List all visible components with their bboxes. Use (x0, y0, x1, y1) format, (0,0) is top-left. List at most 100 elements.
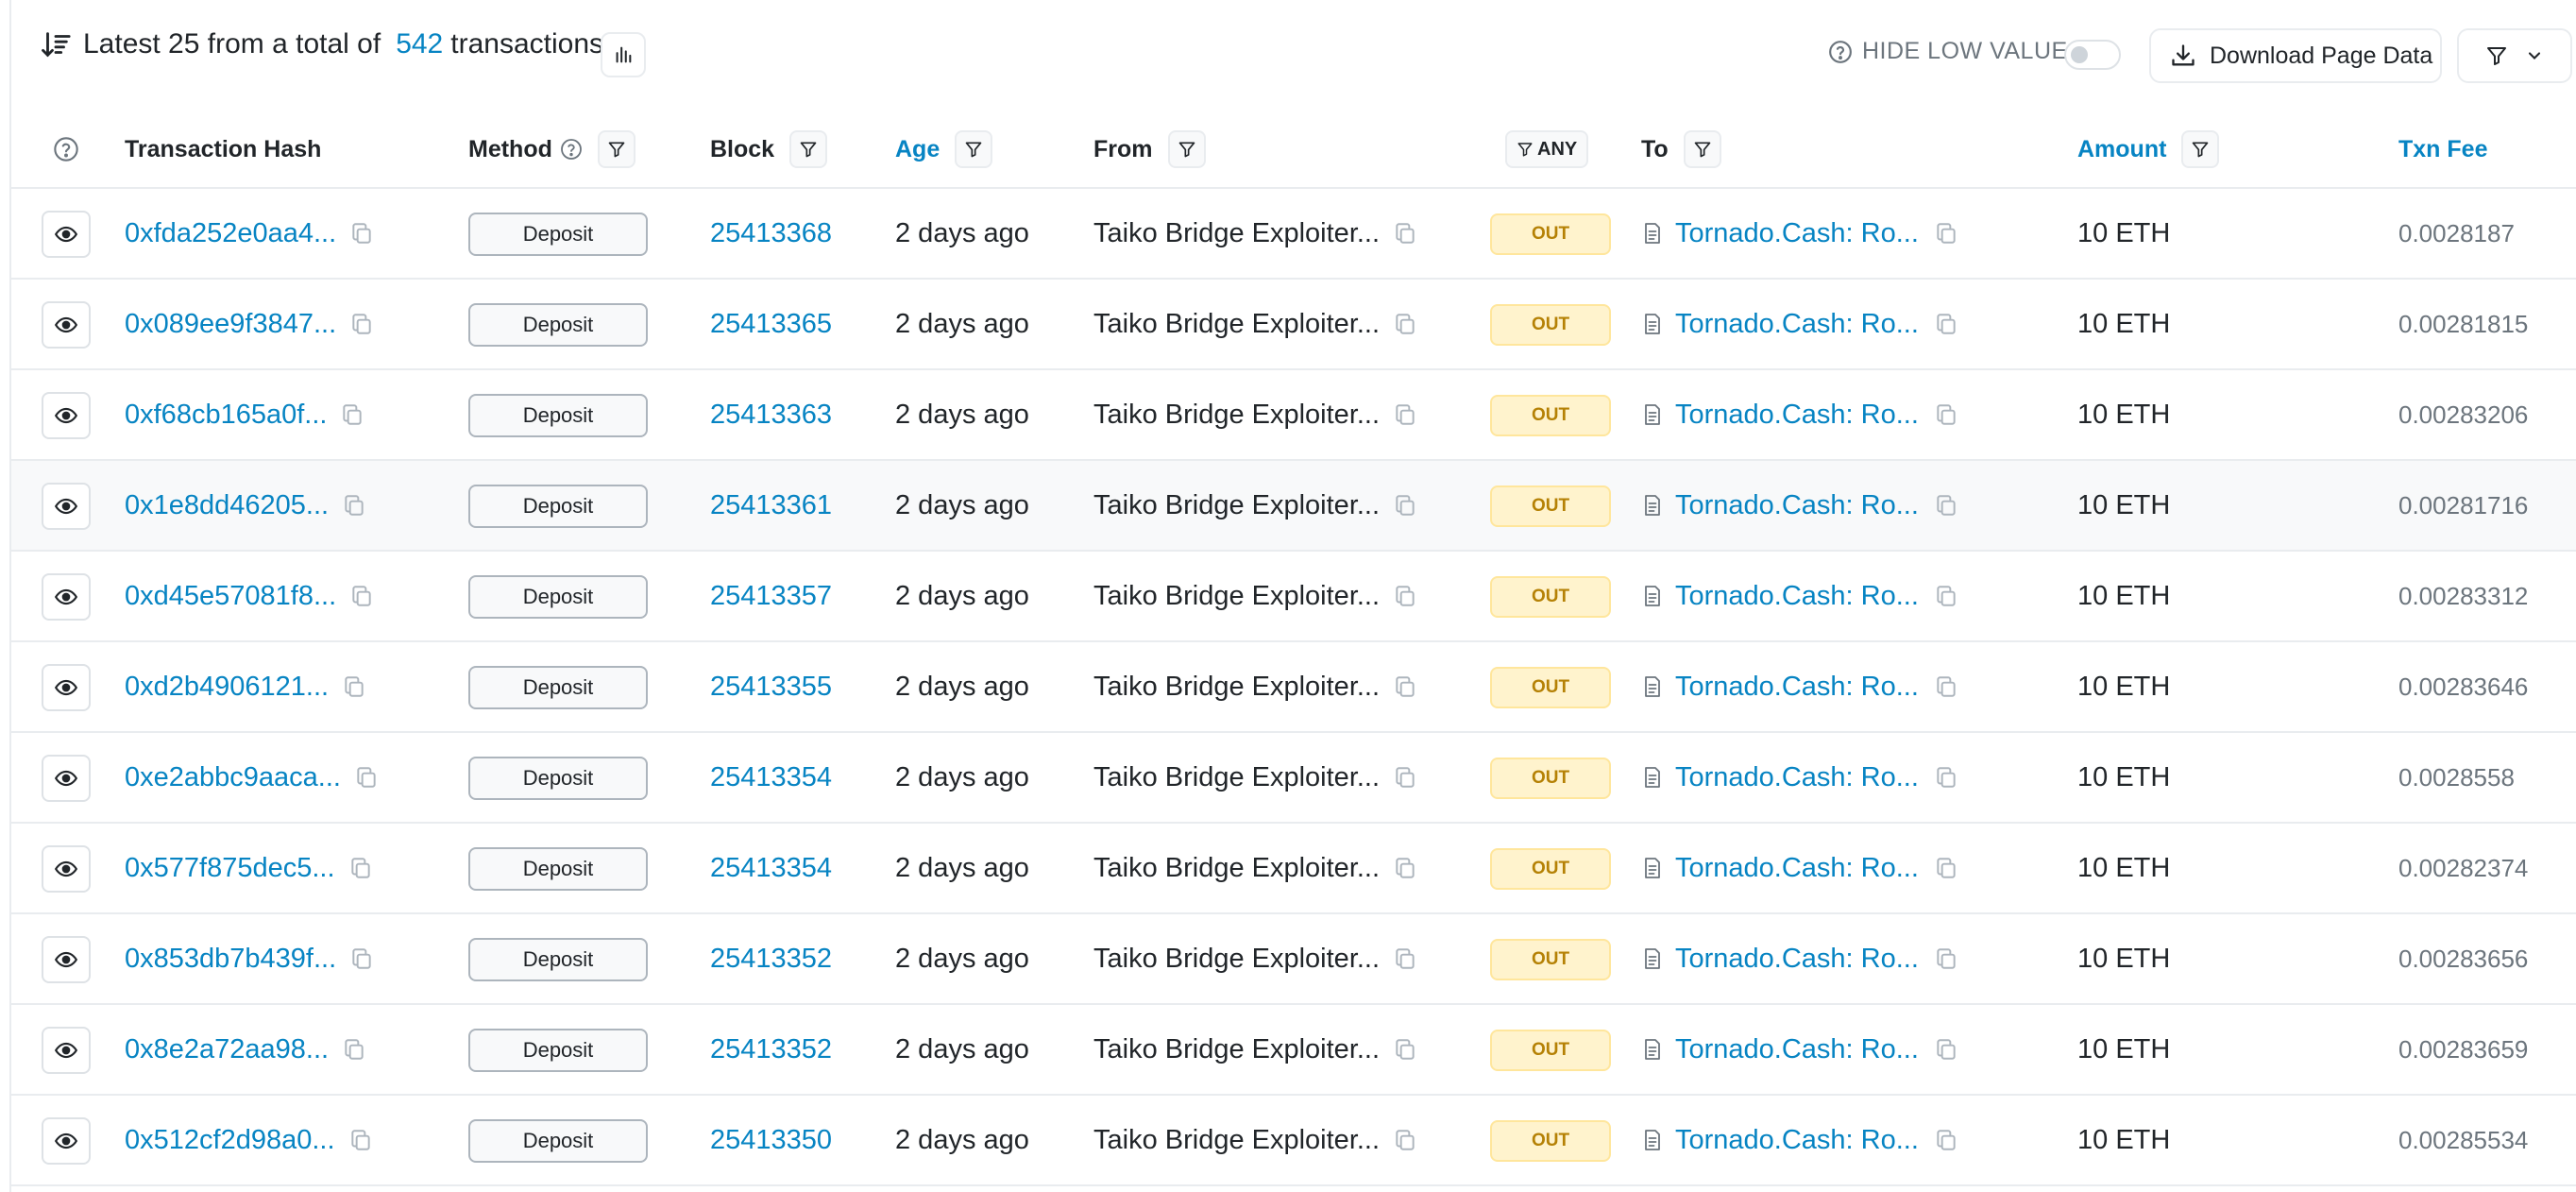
column-txn-fee[interactable]: Txn Fee (2398, 110, 2487, 189)
column-help[interactable] (53, 110, 79, 189)
view-details-button[interactable] (42, 301, 91, 349)
column-amount-label[interactable]: Amount (2077, 136, 2166, 163)
view-details-button[interactable] (42, 936, 91, 983)
copy-to-button[interactable] (1934, 312, 1958, 336)
from-address[interactable]: Taiko Bridge Exploiter... (1093, 218, 1380, 249)
copy-from-button[interactable] (1393, 584, 1417, 608)
to-address-link[interactable]: Tornado.Cash: Ro... (1675, 672, 1919, 703)
from-address[interactable]: Taiko Bridge Exploiter... (1093, 1034, 1380, 1065)
from-address[interactable]: Taiko Bridge Exploiter... (1093, 853, 1380, 884)
copy-hash-button[interactable] (348, 856, 373, 880)
to-address-link[interactable]: Tornado.Cash: Ro... (1675, 490, 1919, 521)
transaction-hash-link[interactable]: 0x089ee9f3847... (125, 309, 336, 340)
column-amount[interactable]: Amount (2077, 110, 2220, 189)
copy-to-button[interactable] (1934, 856, 1958, 880)
from-address[interactable]: Taiko Bridge Exploiter... (1093, 1125, 1380, 1156)
copy-from-button[interactable] (1393, 1128, 1417, 1152)
view-details-button[interactable] (42, 483, 91, 530)
filter-dropdown-button[interactable] (2457, 28, 2572, 83)
block-link[interactable]: 25413355 (710, 672, 832, 703)
transaction-hash-link[interactable]: 0x853db7b439f... (125, 944, 336, 975)
copy-from-button[interactable] (1393, 312, 1417, 336)
from-address[interactable]: Taiko Bridge Exploiter... (1093, 762, 1380, 793)
copy-from-button[interactable] (1393, 1037, 1417, 1062)
block-link[interactable]: 25413363 (710, 400, 832, 431)
from-address[interactable]: Taiko Bridge Exploiter... (1093, 581, 1380, 612)
block-link[interactable]: 25413361 (710, 490, 832, 521)
method-filter-button[interactable] (597, 130, 636, 168)
transaction-hash-link[interactable]: 0xe2abbc9aaca... (125, 762, 341, 793)
copy-to-button[interactable] (1934, 584, 1958, 608)
copy-from-button[interactable] (1393, 493, 1417, 518)
to-address-link[interactable]: Tornado.Cash: Ro... (1675, 853, 1919, 884)
to-filter-button[interactable] (1683, 130, 1721, 168)
block-link[interactable]: 25413357 (710, 581, 832, 612)
copy-to-button[interactable] (1934, 946, 1958, 971)
help-circle-icon[interactable] (1828, 40, 1853, 64)
column-fee-label[interactable]: Txn Fee (2398, 136, 2487, 163)
to-address-link[interactable]: Tornado.Cash: Ro... (1675, 1034, 1919, 1065)
copy-to-button[interactable] (1934, 765, 1958, 790)
age-filter-button[interactable] (955, 130, 993, 168)
transaction-hash-link[interactable]: 0x1e8dd46205... (125, 490, 329, 521)
block-link[interactable]: 25413352 (710, 1034, 832, 1065)
copy-hash-button[interactable] (349, 312, 374, 336)
to-address-link[interactable]: Tornado.Cash: Ro... (1675, 218, 1919, 249)
block-link[interactable]: 25413368 (710, 218, 832, 249)
view-details-button[interactable] (42, 573, 91, 621)
to-address-link[interactable]: Tornado.Cash: Ro... (1675, 581, 1919, 612)
copy-from-button[interactable] (1393, 856, 1417, 880)
to-address-link[interactable]: Tornado.Cash: Ro... (1675, 944, 1919, 975)
copy-hash-button[interactable] (349, 584, 374, 608)
block-link[interactable]: 25413352 (710, 944, 832, 975)
from-filter-button[interactable] (1167, 130, 1206, 168)
copy-to-button[interactable] (1934, 493, 1958, 518)
copy-hash-button[interactable] (340, 402, 364, 427)
from-address[interactable]: Taiko Bridge Exploiter... (1093, 944, 1380, 975)
column-age-label[interactable]: Age (895, 136, 940, 163)
view-details-button[interactable] (42, 664, 91, 711)
copy-hash-button[interactable] (342, 674, 366, 699)
from-address[interactable]: Taiko Bridge Exploiter... (1093, 672, 1380, 703)
copy-hash-button[interactable] (342, 1037, 366, 1062)
to-address-link[interactable]: Tornado.Cash: Ro... (1675, 1125, 1919, 1156)
download-page-data-button[interactable]: Download Page Data (2149, 28, 2442, 83)
to-address-link[interactable]: Tornado.Cash: Ro... (1675, 762, 1919, 793)
to-address-link[interactable]: Tornado.Cash: Ro... (1675, 309, 1919, 340)
from-address[interactable]: Taiko Bridge Exploiter... (1093, 400, 1380, 431)
column-age[interactable]: Age (895, 110, 993, 189)
view-details-button[interactable] (42, 211, 91, 258)
transaction-hash-link[interactable]: 0x577f875dec5... (125, 853, 335, 884)
copy-hash-button[interactable] (349, 946, 374, 971)
block-filter-button[interactable] (789, 130, 828, 168)
copy-to-button[interactable] (1934, 402, 1958, 427)
transaction-hash-link[interactable]: 0x512cf2d98a0... (125, 1125, 335, 1156)
transaction-hash-link[interactable]: 0xd2b4906121... (125, 672, 329, 703)
copy-hash-button[interactable] (342, 493, 366, 518)
copy-hash-button[interactable] (348, 1128, 373, 1152)
help-circle-icon[interactable] (560, 138, 583, 161)
copy-from-button[interactable] (1393, 946, 1417, 971)
copy-hash-button[interactable] (349, 221, 374, 246)
to-address-link[interactable]: Tornado.Cash: Ro... (1675, 400, 1919, 431)
copy-to-button[interactable] (1934, 1128, 1958, 1152)
block-link[interactable]: 25413365 (710, 309, 832, 340)
amount-filter-button[interactable] (2181, 130, 2220, 168)
block-link[interactable]: 25413350 (710, 1125, 832, 1156)
direction-any-filter-button[interactable]: ANY (1505, 130, 1589, 168)
transaction-hash-link[interactable]: 0x8e2a72aa98... (125, 1034, 329, 1065)
from-address[interactable]: Taiko Bridge Exploiter... (1093, 490, 1380, 521)
block-link[interactable]: 25413354 (710, 762, 832, 793)
view-details-button[interactable] (42, 845, 91, 893)
copy-to-button[interactable] (1934, 221, 1958, 246)
copy-to-button[interactable] (1934, 1037, 1958, 1062)
transaction-hash-link[interactable]: 0xfda252e0aa4... (125, 218, 336, 249)
chart-view-button[interactable] (601, 32, 646, 77)
view-details-button[interactable] (42, 755, 91, 802)
hide-low-value-toggle[interactable] (2064, 40, 2121, 70)
transaction-hash-link[interactable]: 0xd45e57081f8... (125, 581, 336, 612)
transaction-hash-link[interactable]: 0xf68cb165a0f... (125, 400, 327, 431)
view-details-button[interactable] (42, 1027, 91, 1074)
view-details-button[interactable] (42, 1117, 91, 1165)
copy-from-button[interactable] (1393, 765, 1417, 790)
